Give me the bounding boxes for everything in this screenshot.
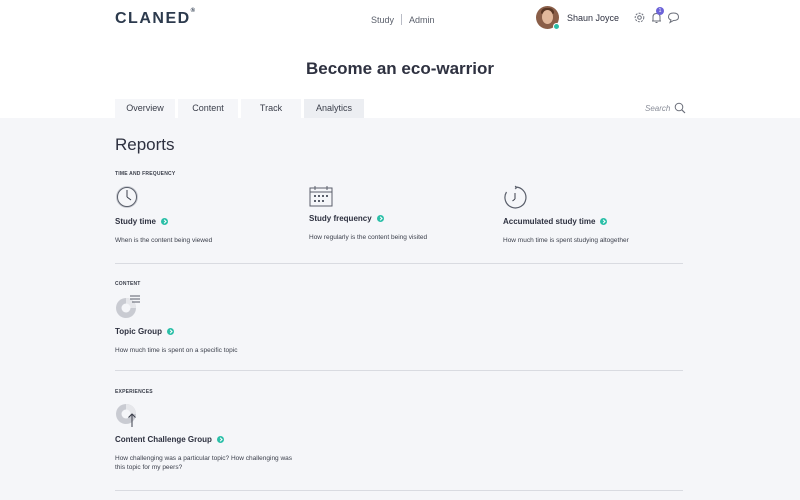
- section-label-time-frequency: TIME AND FREQUENCY: [115, 171, 176, 177]
- report-description: How much time is spent studying altogeth…: [503, 237, 629, 244]
- user-name[interactable]: Shaun Joyce: [567, 13, 619, 23]
- report-title-text[interactable]: Study time: [115, 217, 156, 226]
- arrow-right-icon[interactable]: [216, 436, 224, 443]
- search-placeholder: Search: [645, 103, 671, 113]
- logo-mark: ®: [190, 7, 197, 14]
- report-title-text[interactable]: Topic Group: [115, 327, 162, 336]
- section-label-experiences: EXPERIENCES: [115, 389, 153, 395]
- report-card-study-time: Study time When is the content being vie…: [115, 184, 305, 245]
- report-title-study-time[interactable]: Study time: [115, 217, 305, 226]
- report-card-accumulated-study-time: Accumulated study time How much time is …: [503, 184, 693, 245]
- pie-list-icon: [116, 295, 140, 318]
- report-description: How much time is spent on a specific top…: [115, 347, 238, 354]
- arrow-right-icon[interactable]: [160, 218, 168, 225]
- calendar-icon: [309, 186, 333, 207]
- search-box[interactable]: Search: [645, 102, 686, 114]
- user-menu[interactable]: Shaun Joyce: [536, 6, 619, 30]
- report-description: How regularly is the content being visit…: [309, 234, 428, 241]
- notifications-icon[interactable]: 1: [650, 7, 664, 24]
- claned-logo[interactable]: CLANED®: [115, 7, 197, 28]
- tab-track[interactable]: Track: [241, 99, 301, 118]
- logo-text: CLANED: [115, 10, 191, 27]
- arrow-right-icon[interactable]: [376, 215, 384, 222]
- report-title-topic-group[interactable]: Topic Group: [115, 327, 305, 336]
- reports-heading: Reports: [115, 135, 175, 154]
- nav-separator: [401, 14, 403, 25]
- report-card-content-challenge-group: Content Challenge Group How challenging …: [115, 402, 305, 472]
- section-divider: [115, 490, 683, 491]
- report-title-text[interactable]: Accumulated study time: [503, 217, 595, 226]
- tab-analytics[interactable]: Analytics: [304, 99, 364, 118]
- section-label-content: CONTENT: [115, 281, 141, 287]
- settings-icon[interactable]: [633, 11, 646, 24]
- arrow-right-icon[interactable]: [600, 218, 608, 225]
- report-card-topic-group: Topic Group How much time is spent on a …: [115, 294, 305, 355]
- report-title-accumulated-study-time[interactable]: Accumulated study time: [503, 217, 693, 226]
- nav-admin[interactable]: Admin: [409, 15, 435, 25]
- top-header: CLANED® Study Admin Shaun Joyce 1 Become…: [0, 0, 800, 118]
- pie-arrow-icon: [116, 404, 136, 427]
- report-card-study-frequency: Study frequency How regularly is the con…: [309, 184, 499, 242]
- section-divider: [115, 370, 683, 371]
- tab-content[interactable]: Content: [178, 99, 238, 118]
- section-divider: [115, 263, 683, 264]
- report-title-text[interactable]: Study frequency: [309, 214, 372, 223]
- report-title-text[interactable]: Content Challenge Group: [115, 435, 212, 444]
- report-description: How challenging was a particular topic? …: [115, 455, 293, 471]
- notification-badge: 1: [656, 7, 664, 15]
- chat-icon[interactable]: [667, 11, 680, 24]
- report-title-content-challenge-group[interactable]: Content Challenge Group: [115, 435, 305, 444]
- avatar[interactable]: [536, 6, 560, 30]
- nav-study[interactable]: Study: [371, 15, 394, 25]
- clock-icon: [116, 186, 138, 208]
- top-nav: Study Admin: [371, 14, 435, 25]
- report-description: When is the content being viewed: [115, 237, 213, 244]
- avatar-face: [542, 10, 553, 24]
- search-icon[interactable]: [674, 102, 686, 114]
- tab-bar: Overview Content Track Analytics: [115, 99, 367, 118]
- timer-icon: [504, 185, 527, 209]
- tab-overview[interactable]: Overview: [115, 99, 175, 118]
- page-title: Become an eco-warrior: [305, 59, 494, 78]
- report-title-study-frequency[interactable]: Study frequency: [309, 214, 499, 223]
- online-status-dot: [553, 23, 560, 30]
- arrow-right-icon[interactable]: [166, 328, 174, 335]
